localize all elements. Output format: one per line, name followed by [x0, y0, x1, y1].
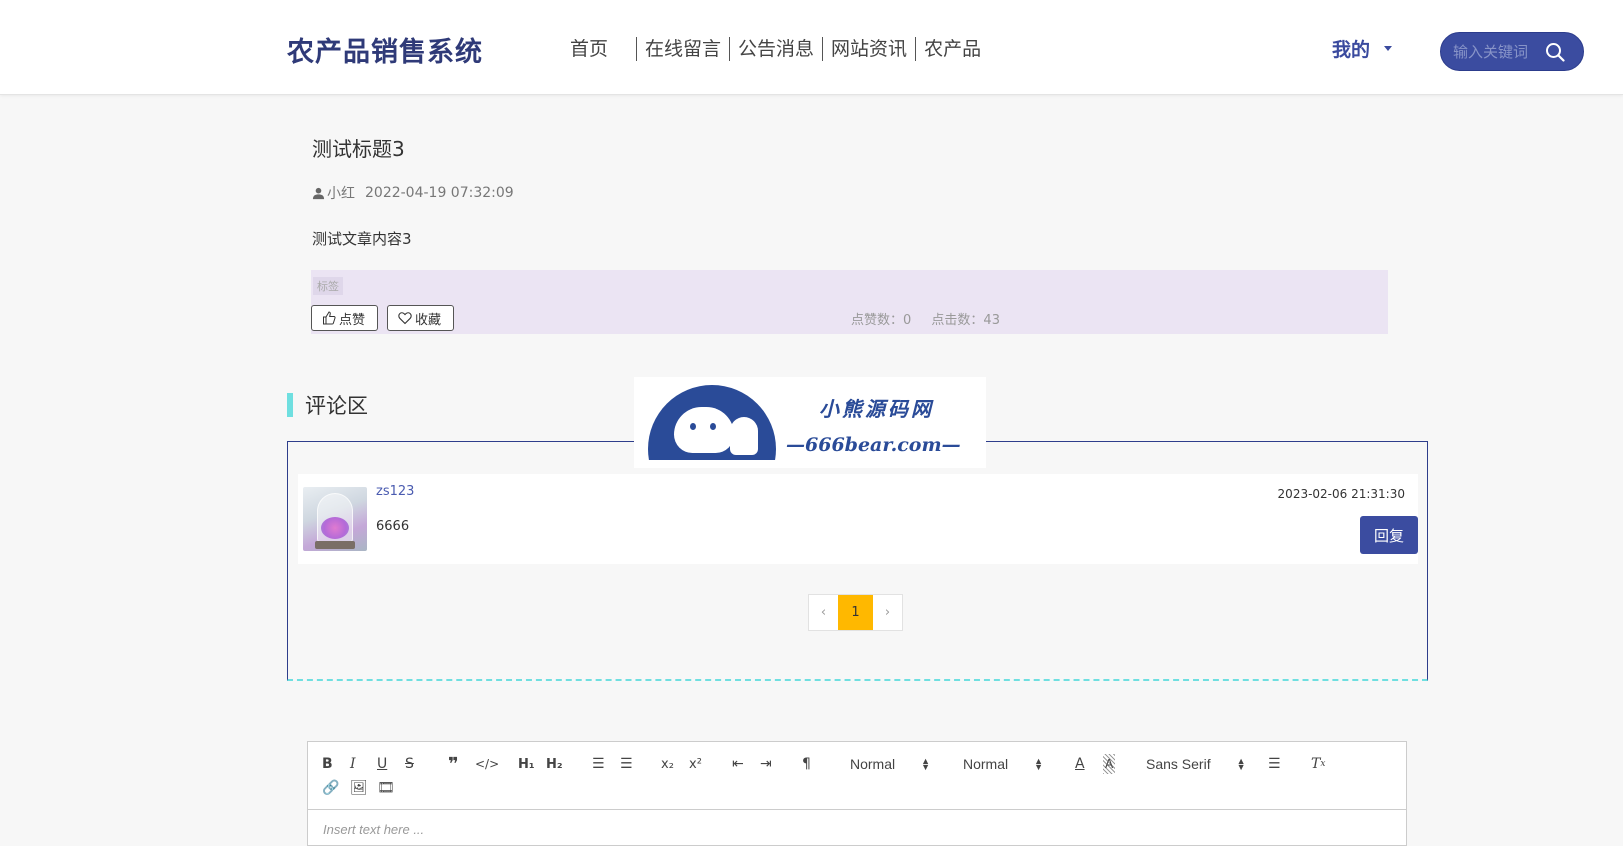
- commenter-name: zs123: [376, 484, 415, 499]
- click-count: 点击数：43: [931, 313, 1000, 328]
- watermark-url: —666bear.com—: [786, 434, 961, 456]
- link-icon[interactable]: 🔗: [322, 778, 339, 798]
- header-2-icon[interactable]: H₂: [546, 754, 563, 774]
- article-content: 测试文章内容3: [312, 230, 412, 248]
- article-title: 测试标题3: [312, 137, 405, 161]
- prev-page-button[interactable]: ‹: [809, 595, 838, 630]
- align-icon[interactable]: ☰: [1268, 754, 1281, 774]
- nav-announcements[interactable]: 公告消息: [730, 37, 822, 61]
- select-arrows-icon: ▲ ▼: [921, 756, 931, 772]
- code-block-icon[interactable]: </>: [475, 754, 499, 774]
- pagination: ‹ 1 ›: [808, 594, 903, 631]
- ordered-list-icon[interactable]: ☰: [592, 754, 605, 774]
- video-icon[interactable]: 🎞: [377, 778, 395, 798]
- commenter-avatar: [303, 487, 367, 551]
- subscript-icon[interactable]: x₂: [661, 754, 674, 774]
- search-icon[interactable]: [1545, 42, 1565, 62]
- header-select-value: Normal: [850, 756, 896, 772]
- italic-icon[interactable]: I: [350, 754, 356, 774]
- article-date: 2022-04-19 07:32:09: [365, 185, 514, 201]
- font-select[interactable]: Sans Serif ▲ ▼: [1146, 754, 1246, 774]
- select-arrows-icon: ▲ ▼: [1034, 756, 1044, 772]
- clear-format-icon[interactable]: Tx: [1311, 754, 1325, 774]
- watermark-logo: 小熊源码网 —666bear.com—: [634, 377, 986, 468]
- comment-item: zs123 6666 2023-02-06 21:31:30 回复: [298, 474, 1418, 564]
- accent-bar: [287, 393, 293, 417]
- text-direction-icon[interactable]: ¶: [802, 754, 811, 774]
- editor-toolbar: B I U S ❞ </> H₁ H₂ ☰ ☰ x₂ x² ⇤ ⇥ ¶ Norm…: [308, 742, 1406, 810]
- header-select[interactable]: Normal ▲ ▼: [850, 754, 930, 774]
- article-actions-panel: 标签 点赞 收藏 点赞数：0 点击数：43: [311, 270, 1388, 334]
- comment-editor: B I U S ❞ </> H₁ H₂ ☰ ☰ x₂ x² ⇤ ⇥ ¶ Norm…: [307, 741, 1407, 846]
- size-select-value: Normal: [963, 756, 1009, 772]
- user-icon: [312, 187, 325, 199]
- indent-icon[interactable]: ⇥: [760, 754, 772, 774]
- comment-date: 2023-02-06 21:31:30: [1277, 487, 1405, 501]
- background-color-icon[interactable]: A: [1103, 754, 1116, 774]
- select-arrows-icon: ▲ ▼: [1236, 756, 1246, 772]
- top-header: 农产品销售系统 首页 在线留言 公告消息 网站资讯 农产品 我的: [0, 0, 1623, 95]
- heart-icon: [398, 312, 412, 325]
- page-1-button[interactable]: 1: [838, 595, 873, 630]
- reply-button[interactable]: 回复: [1360, 516, 1418, 554]
- header-1-icon[interactable]: H₁: [518, 754, 535, 774]
- nav-home[interactable]: 首页: [562, 37, 636, 61]
- search-box: [1440, 32, 1584, 71]
- thumbs-up-icon: [323, 311, 336, 325]
- caret-down-icon: [1384, 46, 1393, 51]
- article-stats: 点赞数：0 点击数：43: [851, 309, 1016, 328]
- like-label: 点赞: [339, 311, 366, 327]
- size-select[interactable]: Normal ▲ ▼: [963, 754, 1043, 774]
- like-button[interactable]: 点赞: [311, 305, 378, 331]
- site-title[interactable]: 农产品销售系统: [287, 30, 483, 69]
- favorite-button[interactable]: 收藏: [387, 305, 454, 331]
- my-account-menu[interactable]: 我的: [1332, 35, 1393, 62]
- superscript-icon[interactable]: x²: [689, 754, 702, 774]
- blockquote-icon[interactable]: ❞: [448, 754, 459, 775]
- outdent-icon[interactable]: ⇤: [732, 754, 744, 774]
- watermark-name: 小熊源码网: [819, 397, 934, 421]
- comment-section-header: 评论区: [287, 390, 368, 420]
- nav-news[interactable]: 网站资讯: [823, 37, 915, 61]
- comment-section-title: 评论区: [305, 394, 368, 418]
- next-page-button[interactable]: ›: [873, 595, 902, 630]
- bold-icon[interactable]: B: [322, 754, 333, 774]
- comment-text: 6666: [376, 519, 410, 534]
- bullet-list-icon[interactable]: ☰: [620, 754, 633, 774]
- strike-icon[interactable]: S: [405, 754, 414, 774]
- comment-list: zs123 6666 2023-02-06 21:31:30 回复 ‹ 1 ›: [287, 441, 1428, 681]
- editor-input[interactable]: Insert text here ...: [308, 810, 1406, 846]
- main-nav: 首页 在线留言 公告消息 网站资讯 农产品: [562, 36, 989, 62]
- favorite-label: 收藏: [415, 311, 442, 327]
- my-account-label: 我的: [1332, 39, 1371, 61]
- article-meta: 小红 2022-04-19 07:32:09: [312, 183, 514, 203]
- font-select-value: Sans Serif: [1146, 756, 1211, 772]
- text-color-icon[interactable]: A: [1075, 754, 1085, 774]
- nav-products[interactable]: 农产品: [916, 37, 989, 61]
- search-input[interactable]: [1453, 42, 1549, 61]
- like-count: 点赞数：0: [851, 313, 912, 328]
- tag-label: 标签: [313, 277, 343, 295]
- article-author: 小红: [327, 186, 355, 202]
- underline-icon[interactable]: U: [377, 754, 387, 774]
- nav-messages[interactable]: 在线留言: [637, 37, 729, 61]
- image-icon[interactable]: 🖼: [350, 778, 368, 798]
